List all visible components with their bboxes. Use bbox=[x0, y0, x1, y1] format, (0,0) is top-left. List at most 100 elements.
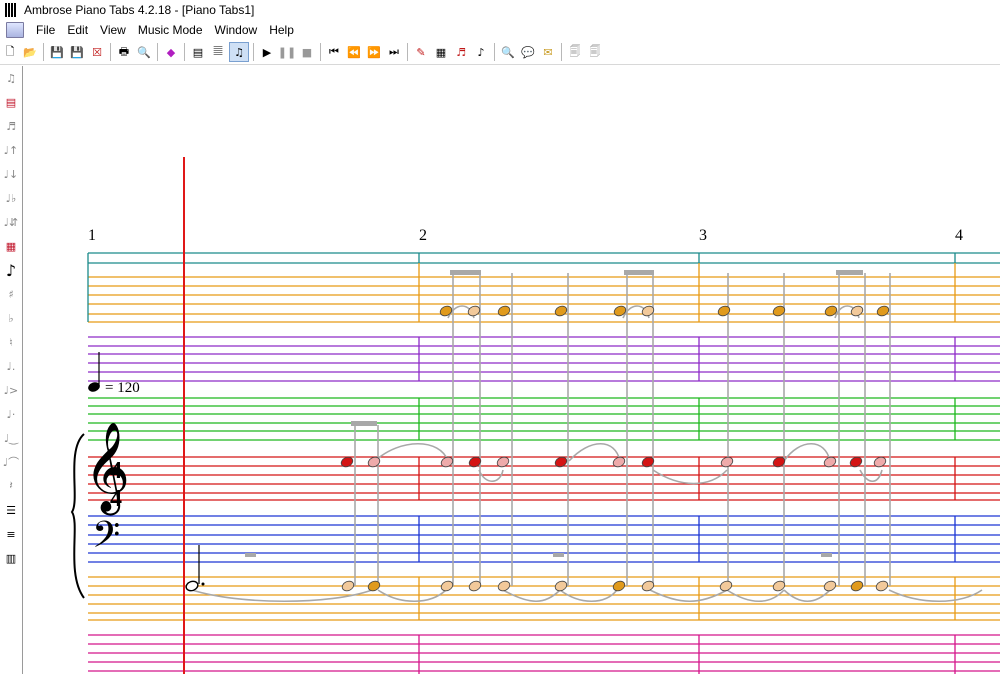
slur bbox=[652, 469, 728, 485]
menu-view[interactable]: View bbox=[94, 23, 132, 37]
rest-mark bbox=[553, 553, 564, 557]
tie-icon[interactable]: ♩‿ bbox=[2, 428, 20, 448]
note-head bbox=[875, 580, 889, 592]
page-prev-icon[interactable]: 🗐 bbox=[566, 43, 584, 61]
note-head bbox=[876, 305, 890, 317]
note-head bbox=[497, 580, 511, 592]
print-icon[interactable]: 🖶 bbox=[115, 43, 133, 61]
document-icon[interactable] bbox=[6, 22, 24, 38]
tune-icon[interactable]: ♪ bbox=[472, 43, 490, 61]
note-down-icon[interactable]: ♩↓ bbox=[2, 164, 20, 184]
note-head bbox=[185, 580, 199, 592]
lines-icon[interactable]: ☰ bbox=[2, 500, 20, 520]
eighth-note-icon[interactable]: ♪ bbox=[2, 260, 20, 280]
treble-clef: 𝄞 bbox=[84, 422, 130, 516]
toolbar-divider bbox=[110, 43, 111, 61]
save-icon[interactable]: 💾 bbox=[48, 43, 66, 61]
title-bar: Ambrose Piano Tabs 4.2.18 - [Piano Tabs1… bbox=[0, 0, 1000, 20]
rest-icon[interactable]: 𝄽 bbox=[2, 476, 20, 496]
app-piano-icon bbox=[5, 3, 19, 17]
note-head bbox=[554, 305, 568, 317]
menu-edit[interactable]: Edit bbox=[61, 23, 94, 37]
measure-number: 4 bbox=[955, 227, 963, 244]
tempo-text: = 120 bbox=[105, 380, 140, 396]
midi-icon[interactable]: ♬ bbox=[452, 43, 470, 61]
forward-end-icon[interactable]: ⏭ bbox=[385, 43, 403, 61]
staccato-icon[interactable]: ♩· bbox=[2, 404, 20, 424]
play-icon[interactable]: ▶ bbox=[258, 43, 276, 61]
email-icon[interactable]: ✉ bbox=[539, 43, 557, 61]
eraser-icon[interactable]: ◆ bbox=[162, 43, 180, 61]
note-stems bbox=[351, 270, 891, 586]
note-flat-icon[interactable]: ♩♭ bbox=[2, 188, 20, 208]
menu-window[interactable]: Window bbox=[209, 23, 264, 37]
note-up-icon[interactable]: ♩↑ bbox=[2, 140, 20, 160]
slur bbox=[374, 442, 449, 462]
close-icon[interactable]: ☒ bbox=[88, 43, 106, 61]
time-signature-bottom: 4 bbox=[110, 486, 122, 512]
toolbar-divider bbox=[157, 43, 158, 61]
note-head bbox=[717, 305, 731, 317]
toolbar-divider bbox=[253, 43, 254, 61]
flat-icon[interactable]: ♭ bbox=[2, 308, 20, 328]
slur bbox=[568, 443, 621, 462]
dot bbox=[201, 582, 205, 586]
menu-music-mode[interactable]: Music Mode bbox=[132, 23, 209, 37]
open-folder-icon[interactable]: 📂 bbox=[21, 43, 39, 61]
toolbar-divider bbox=[320, 43, 321, 61]
fast-forward-icon[interactable]: ⏩ bbox=[365, 43, 383, 61]
note-head bbox=[850, 580, 864, 592]
measure-number: 2 bbox=[419, 227, 427, 244]
mode-sidebar: ♫ ▤ ♬ ♩↑ ♩↓ ♩♭ ♩⇵ ▦ ♪ ♯ ♭ ♮ ♩. ♩> ♩· ♩‿ … bbox=[0, 66, 23, 674]
note-head bbox=[497, 305, 511, 317]
page-next-icon[interactable]: 🗐 bbox=[586, 43, 604, 61]
grand-staff-brace bbox=[70, 433, 85, 599]
note-head bbox=[554, 580, 568, 592]
lyric-icon[interactable]: ♫ bbox=[2, 68, 20, 88]
align-icon[interactable]: ≡ bbox=[2, 524, 20, 544]
rewind-icon[interactable]: ⏪ bbox=[345, 43, 363, 61]
menu-file[interactable]: File bbox=[30, 23, 61, 37]
slur-icon[interactable]: ♩⌒ bbox=[2, 452, 20, 472]
menu-help[interactable]: Help bbox=[263, 23, 300, 37]
note-head bbox=[823, 580, 837, 592]
new-file-icon[interactable]: 🗋 bbox=[1, 43, 19, 61]
view-notes-icon[interactable]: ♫ bbox=[229, 42, 249, 62]
score-canvas[interactable]: 1 2 3 4 = 120 𝄞 4 4 𝄢 bbox=[23, 65, 1000, 674]
view-tabs-icon[interactable]: 𝄚 bbox=[209, 43, 227, 61]
toolbar-divider bbox=[494, 43, 495, 61]
dotted-icon[interactable]: ♩. bbox=[2, 356, 20, 376]
staff-lines bbox=[88, 252, 1000, 672]
piano-keys-icon[interactable]: ▥ bbox=[2, 548, 20, 568]
sharp-icon[interactable]: ♯ bbox=[2, 284, 20, 304]
natural-icon[interactable]: ♮ bbox=[2, 332, 20, 352]
print-preview-icon[interactable]: 🔍 bbox=[135, 43, 153, 61]
beam bbox=[624, 270, 654, 275]
comment-icon[interactable]: 💬 bbox=[519, 43, 537, 61]
zoom-icon[interactable]: 🔍 bbox=[499, 43, 517, 61]
half-note-bass bbox=[185, 545, 205, 592]
measure-number: 3 bbox=[699, 227, 707, 244]
accent-icon[interactable]: ♩> bbox=[2, 380, 20, 400]
toolbar-divider bbox=[561, 43, 562, 61]
pages-icon[interactable]: ▦ bbox=[432, 43, 450, 61]
note-head bbox=[467, 305, 481, 317]
menu-bar: File Edit View Music Mode Window Help bbox=[0, 20, 1000, 40]
note-octave-icon[interactable]: ♩⇵ bbox=[2, 212, 20, 232]
chord-icon[interactable]: ♬ bbox=[2, 116, 20, 136]
edit-score-icon[interactable]: ✎ bbox=[412, 43, 430, 61]
toolbar-divider bbox=[184, 43, 185, 61]
beam bbox=[351, 421, 377, 426]
tab-mode-icon[interactable]: ▦ bbox=[2, 236, 20, 256]
toolbar-divider bbox=[407, 43, 408, 61]
notes-mode-icon[interactable]: ▤ bbox=[2, 92, 20, 112]
measure-number: 1 bbox=[88, 227, 96, 244]
stop-icon[interactable]: ■ bbox=[298, 43, 316, 61]
rewind-start-icon[interactable]: ⏮ bbox=[325, 43, 343, 61]
note-head bbox=[341, 580, 355, 592]
beam bbox=[450, 270, 481, 275]
slurs bbox=[191, 305, 983, 603]
view-list-icon[interactable]: ▤ bbox=[189, 43, 207, 61]
save-as-icon[interactable]: 💾 bbox=[68, 43, 86, 61]
pause-icon[interactable]: ❚❚ bbox=[278, 43, 296, 61]
